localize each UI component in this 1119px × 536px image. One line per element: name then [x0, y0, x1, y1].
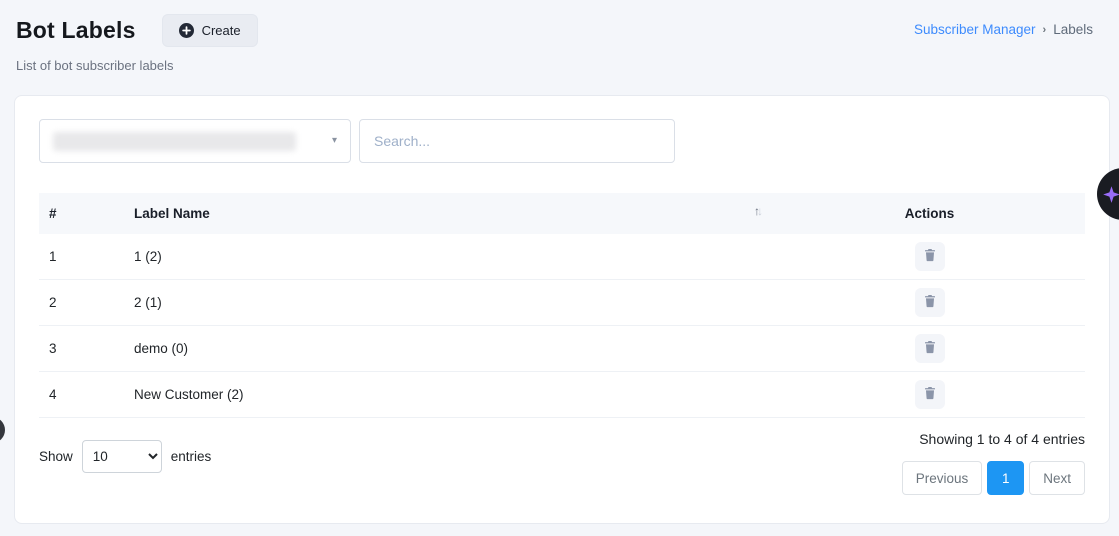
row-label: New Customer (2): [124, 372, 774, 418]
entries-label: entries: [171, 449, 212, 464]
labels-card: ▾ # Label Name ↑↓ Actions 1 1 (2): [14, 95, 1110, 524]
bot-select[interactable]: ▾: [39, 119, 351, 163]
delete-button[interactable]: [915, 288, 945, 317]
breadcrumb-separator-icon: ›: [1043, 24, 1047, 36]
plus-circle-icon: [179, 23, 194, 38]
breadcrumb-current: Labels: [1053, 22, 1093, 37]
footer-right: Showing 1 to 4 of 4 entries Previous 1 N…: [902, 431, 1085, 495]
delete-button[interactable]: [915, 242, 945, 271]
table-row: 1 1 (2): [39, 234, 1085, 280]
row-label: demo (0): [124, 326, 774, 372]
row-index: 1: [39, 234, 124, 280]
show-label: Show: [39, 449, 73, 464]
row-label: 1 (2): [124, 234, 774, 280]
caret-down-icon: ▾: [332, 136, 337, 146]
trash-icon: [923, 248, 937, 265]
delete-button[interactable]: [915, 380, 945, 409]
previous-page-button[interactable]: Previous: [902, 461, 983, 495]
column-header-label-name[interactable]: Label Name ↑↓: [124, 193, 774, 234]
page-1-button[interactable]: 1: [987, 461, 1024, 495]
edge-widget-button[interactable]: [0, 417, 5, 443]
column-header-label-text: Label Name: [134, 206, 210, 221]
table-row: 4 New Customer (2): [39, 372, 1085, 418]
create-button-label: Create: [202, 23, 241, 38]
sort-desc-icon: ↓: [757, 204, 760, 218]
sort-icon[interactable]: ↑↓: [754, 204, 760, 218]
next-page-button[interactable]: Next: [1029, 461, 1085, 495]
page-length-group: Show 10 entries: [39, 440, 211, 473]
create-button[interactable]: Create: [162, 14, 258, 47]
pagination: Previous 1 Next: [902, 461, 1085, 495]
row-index: 3: [39, 326, 124, 372]
search-input[interactable]: [359, 119, 675, 163]
page-header: Bot Labels Create List of bot subscriber…: [0, 0, 1119, 73]
redacted-selected-value: [53, 132, 296, 151]
table-header-row: # Label Name ↑↓ Actions: [39, 193, 1085, 234]
filters-row: ▾: [39, 119, 1085, 163]
table-row: 2 2 (1): [39, 280, 1085, 326]
page-subtitle: List of bot subscriber labels: [16, 58, 258, 73]
page-title: Bot Labels: [16, 17, 136, 44]
page-header-left: Bot Labels Create List of bot subscriber…: [16, 14, 258, 73]
column-header-index: #: [39, 193, 124, 234]
delete-button[interactable]: [915, 334, 945, 363]
labels-table: # Label Name ↑↓ Actions 1 1 (2): [39, 193, 1085, 418]
page-length-select[interactable]: 10: [82, 440, 162, 473]
table-row: 3 demo (0): [39, 326, 1085, 372]
row-label: 2 (1): [124, 280, 774, 326]
row-index: 4: [39, 372, 124, 418]
trash-icon: [923, 386, 937, 403]
trash-icon: [923, 340, 937, 357]
table-footer: Show 10 entries Showing 1 to 4 of 4 entr…: [39, 431, 1085, 495]
results-summary: Showing 1 to 4 of 4 entries: [919, 431, 1085, 447]
breadcrumb-parent-link[interactable]: Subscriber Manager: [914, 22, 1036, 37]
row-index: 2: [39, 280, 124, 326]
column-header-actions: Actions: [774, 193, 1085, 234]
trash-icon: [923, 294, 937, 311]
breadcrumb: Subscriber Manager › Labels: [914, 22, 1093, 37]
